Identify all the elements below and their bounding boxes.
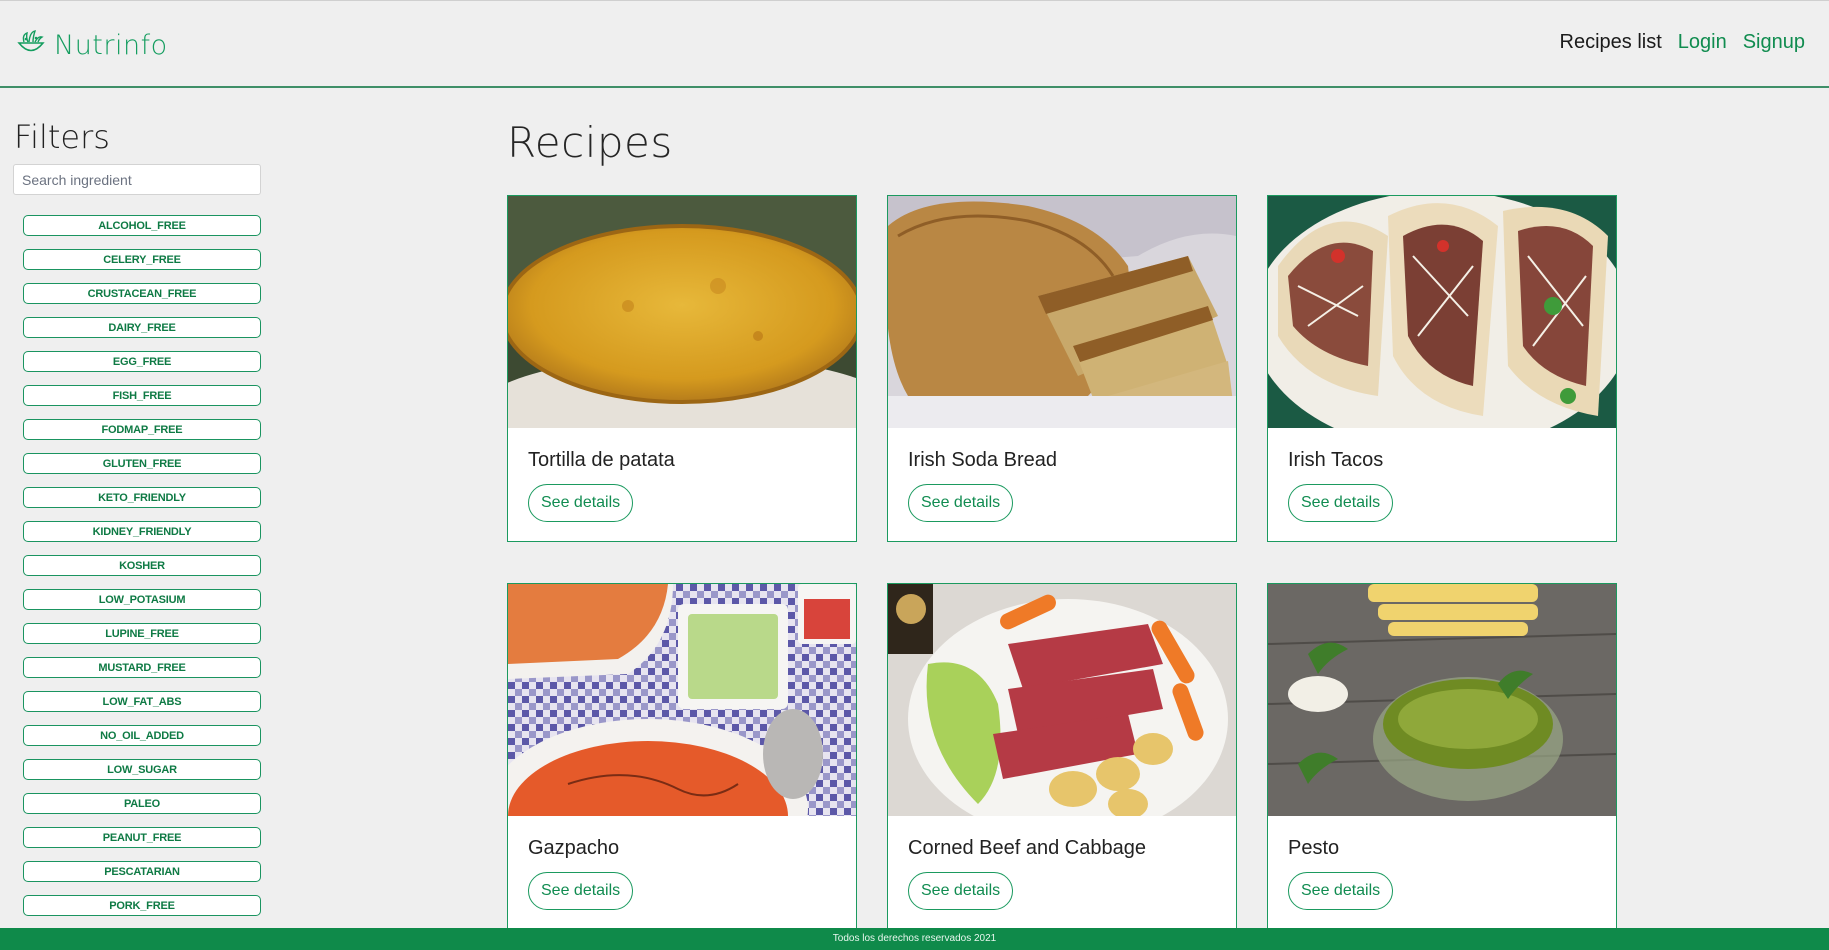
salad-bowl-icon [16, 28, 46, 63]
recipe-title: Corned Beef and Cabbage [908, 837, 1146, 859]
brand-link[interactable]: Nutrinfo [16, 27, 168, 63]
sliced-bread-loaf-photo [888, 196, 1236, 428]
filter-lupine-free[interactable]: LUPINE_FREE [23, 623, 261, 644]
filter-egg-free[interactable]: EGG_FREE [23, 351, 261, 372]
see-details-button[interactable]: See details [1288, 872, 1394, 910]
filter-mustard-free[interactable]: MUSTARD_FREE [23, 657, 261, 678]
recipe-title: Irish Tacos [1288, 449, 1384, 471]
see-details-button[interactable]: See details [908, 484, 1014, 522]
footer: Todos los derechos reservados 2021 [0, 928, 1829, 950]
pesto-bowl-photo [1268, 584, 1616, 816]
filter-list: ALCOHOL_FREE CELERY_FREE CRUSTACEAN_FREE… [23, 215, 263, 916]
filter-kosher[interactable]: KOSHER [23, 555, 261, 576]
main-content: Recipes Tortilla de patata See details I… [507, 118, 1617, 930]
see-details-button[interactable]: See details [908, 872, 1014, 910]
nav-links: Recipes list Login Signup [1560, 31, 1805, 54]
nav-login[interactable]: Login [1678, 31, 1727, 54]
page: Nutrinfo Recipes list Login Signup Filte… [0, 0, 1829, 950]
nav-recipes-list[interactable]: Recipes list [1560, 31, 1662, 54]
filter-pescatarian[interactable]: PESCATARIAN [23, 861, 261, 882]
filter-low-fat-abs[interactable]: LOW_FAT_ABS [23, 691, 261, 712]
page-title: Recipes [507, 118, 673, 167]
filter-alcohol-free[interactable]: ALCOHOL_FREE [23, 215, 261, 236]
filter-gluten-free[interactable]: GLUTEN_FREE [23, 453, 261, 474]
filter-low-sugar[interactable]: LOW_SUGAR [23, 759, 261, 780]
filter-fish-free[interactable]: FISH_FREE [23, 385, 261, 406]
filters-sidebar: Filters ALCOHOL_FREE CELERY_FREE CRUSTAC… [13, 118, 263, 929]
recipe-card: Irish Tacos See details [1267, 195, 1617, 542]
see-details-button[interactable]: See details [528, 872, 634, 910]
recipe-card: Irish Soda Bread See details [887, 195, 1237, 542]
filter-crustacean-free[interactable]: CRUSTACEAN_FREE [23, 283, 261, 304]
see-details-button[interactable]: See details [528, 484, 634, 522]
filter-peanut-free[interactable]: PEANUT_FREE [23, 827, 261, 848]
spanish-omelette-photo [508, 196, 856, 428]
filter-pork-free[interactable]: PORK_FREE [23, 895, 261, 916]
filter-fodmap-free[interactable]: FODMAP_FREE [23, 419, 261, 440]
filter-paleo[interactable]: PALEO [23, 793, 261, 814]
recipe-title: Tortilla de patata [528, 449, 675, 471]
filter-keto-friendly[interactable]: KETO_FRIENDLY [23, 487, 261, 508]
recipe-card: Gazpacho See details [507, 583, 857, 930]
filter-dairy-free[interactable]: DAIRY_FREE [23, 317, 261, 338]
tacos-with-slaw-photo [1268, 196, 1616, 428]
see-details-button[interactable]: See details [1288, 484, 1394, 522]
nav-signup[interactable]: Signup [1743, 31, 1805, 54]
recipe-grid: Tortilla de patata See details Irish Sod… [507, 195, 1647, 930]
filter-kidney-friendly[interactable]: KIDNEY_FRIENDLY [23, 521, 261, 542]
recipe-card: Tortilla de patata See details [507, 195, 857, 542]
recipe-card: Pesto See details [1267, 583, 1617, 930]
top-navbar: Nutrinfo Recipes list Login Signup [0, 0, 1829, 88]
recipe-title: Pesto [1288, 837, 1340, 859]
search-ingredient-input[interactable] [13, 164, 261, 195]
filter-celery-free[interactable]: CELERY_FREE [23, 249, 261, 270]
recipe-title: Gazpacho [528, 837, 620, 859]
filter-low-potasium[interactable]: LOW_POTASIUM [23, 589, 261, 610]
corned-beef-plate-photo [888, 584, 1236, 816]
filters-title: Filters [14, 118, 110, 156]
filter-no-oil-added[interactable]: NO_OIL_ADDED [23, 725, 261, 746]
gazpacho-bowl-photo [508, 584, 856, 816]
footer-copyright: Todos los derechos reservados 2021 [832, 933, 997, 944]
recipe-title: Irish Soda Bread [908, 449, 1057, 471]
brand-name: Nutrinfo [54, 29, 168, 61]
recipe-card: Corned Beef and Cabbage See details [887, 583, 1237, 930]
